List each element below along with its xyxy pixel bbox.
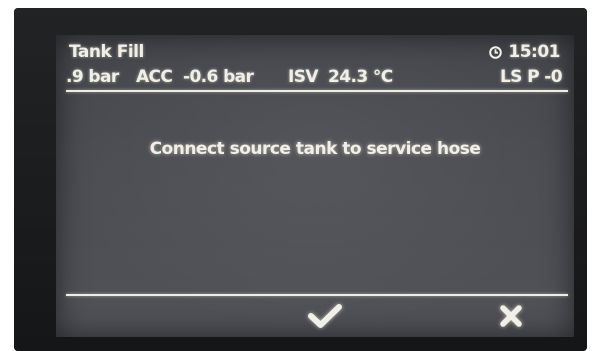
lcd-screen: Tank Fill 15:01 .9 bar ACC -0.6 bar ISV …	[56, 35, 574, 337]
screen-title: Tank Fill	[69, 42, 144, 62]
acc-label: ACC	[136, 67, 173, 87]
pressure-value: .9 bar	[66, 67, 119, 87]
cross-icon	[500, 305, 522, 327]
ls-pressure: LS P -0	[499, 67, 563, 87]
cancel-button[interactable]	[486, 301, 536, 331]
status-row: .9 bar ACC -0.6 bar ISV 24.3 °C LS P -0	[66, 67, 563, 89]
confirm-button[interactable]	[300, 301, 350, 331]
clock-icon	[489, 45, 503, 59]
footer-divider	[66, 294, 568, 296]
header-divider	[66, 90, 568, 92]
acc-value: -0.6 bar	[183, 67, 254, 87]
clock: 15:01	[489, 42, 560, 62]
checkmark-icon	[308, 304, 342, 328]
isv-label: ISV	[288, 67, 319, 87]
isv-value: 24.3 °C	[328, 67, 393, 87]
device-photo: Tank Fill 15:01 .9 bar ACC -0.6 bar ISV …	[14, 8, 587, 351]
instruction-message: Connect source tank to service hose	[149, 139, 481, 159]
clock-time: 15:01	[508, 42, 560, 62]
